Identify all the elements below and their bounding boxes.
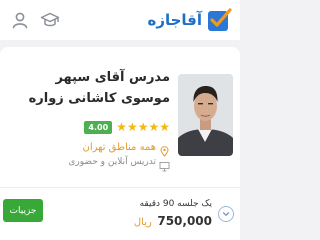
teacher-photo[interactable] (178, 74, 233, 156)
star-icon: ★ (159, 120, 170, 134)
price-amount: 750,000 (157, 214, 212, 228)
presentation-icon (159, 157, 170, 171)
details-button[interactable]: جزییات (3, 199, 43, 222)
brand-name: آقاجازه (147, 11, 202, 29)
rating: ★ ★ ★ ★ ★ 4.00 (84, 120, 170, 134)
teacher-card[interactable]: مدرس آقای سپهر موسوی کاشانی زواره ★ ★ ★ … (0, 47, 240, 240)
rating-badge: 4.00 (84, 120, 113, 134)
region-text: همه مناطق تهران (82, 141, 156, 153)
app-header: آقاجازه (0, 0, 240, 40)
star-icon: ★ (137, 120, 149, 134)
star-icon: ★ (148, 120, 160, 134)
star-icon: ★ (116, 120, 127, 134)
divider (0, 187, 240, 188)
expand-chevron-icon[interactable] (218, 206, 234, 222)
price: 750,000 ریال (134, 214, 212, 228)
brand[interactable]: آقاجازه (147, 5, 232, 35)
star-icon: ★ (126, 120, 138, 134)
teaching-mode-text: تدریس آنلاین و حضوری (68, 157, 156, 167)
session-duration: یک جلسه 90 دقیقه (139, 199, 212, 209)
user-icon[interactable] (10, 10, 30, 30)
teaching-mode: تدریس آنلاین و حضوری (68, 155, 170, 171)
aghajaze-logo-icon (208, 8, 232, 31)
region: همه مناطق تهران (82, 140, 170, 157)
graduation-cap-icon[interactable] (40, 10, 60, 30)
price-currency: ریال (133, 217, 152, 228)
location-pin-icon (159, 142, 170, 157)
rating-stars: ★ ★ ★ ★ ★ (116, 121, 170, 133)
teacher-name[interactable]: مدرس آقای سپهر موسوی کاشانی زواره (5, 67, 170, 109)
